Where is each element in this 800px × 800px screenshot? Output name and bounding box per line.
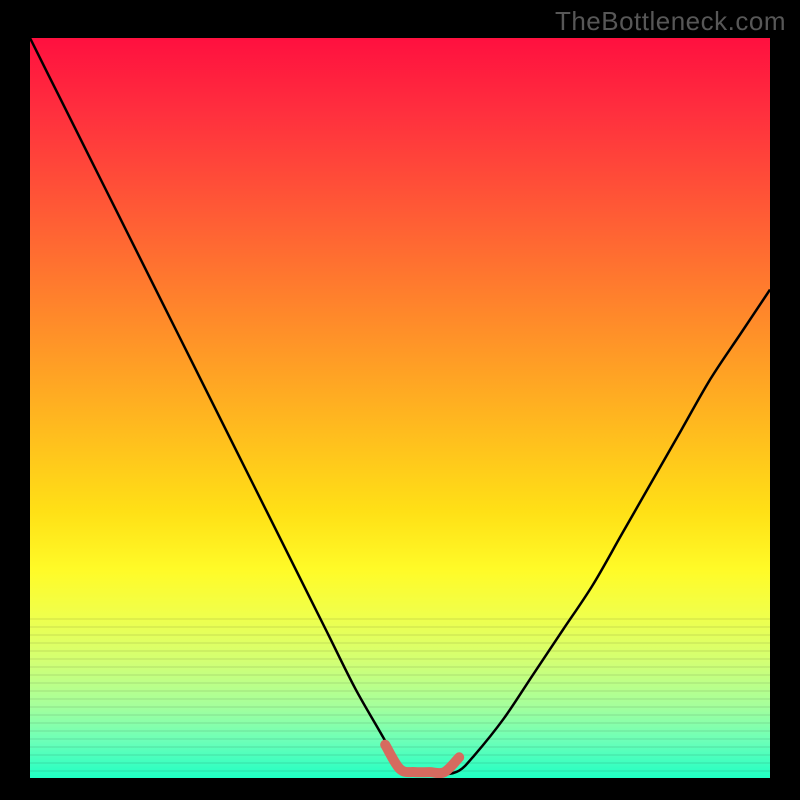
optimal-range-marker bbox=[385, 745, 459, 773]
chart-frame: TheBottleneck.com bbox=[0, 0, 800, 800]
plot-area bbox=[30, 38, 770, 778]
chart-svg bbox=[30, 38, 770, 778]
watermark-text: TheBottleneck.com bbox=[555, 6, 786, 37]
bottleneck-curve bbox=[30, 38, 770, 775]
